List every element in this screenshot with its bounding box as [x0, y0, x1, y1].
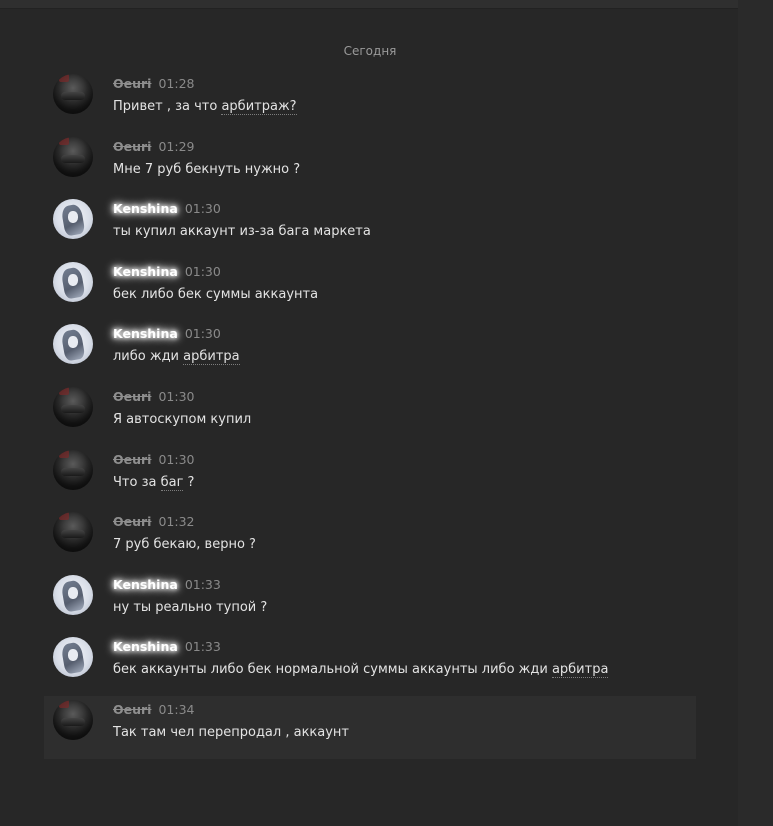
message-meta: Oeuri 01:30: [113, 389, 194, 405]
chat-message[interactable]: Kenshina 01:30 либо жди арбитра: [44, 320, 696, 383]
chat-window: Сегодня Oeuri 01:28 Привет , за что арбитр…: [0, 0, 773, 826]
dark-avatar[interactable]: [53, 136, 93, 177]
message-meta: Kenshina 01:33: [113, 577, 221, 593]
message-text-part: ?: [183, 474, 195, 490]
message-meta: Oeuri 01:28: [113, 76, 194, 92]
message-text: бек аккаунты либо бек нормальной суммы а…: [113, 661, 609, 679]
message-text: Привет , за что арбитраж?: [113, 98, 297, 116]
message-meta: Kenshina 01:30: [113, 264, 221, 280]
message-link[interactable]: арбитраж?: [221, 99, 297, 115]
message-timestamp: 01:30: [158, 451, 195, 467]
message-meta: Kenshina 01:30: [113, 201, 221, 217]
dark-avatar[interactable]: [53, 449, 93, 490]
anime-avatar[interactable]: [53, 324, 93, 365]
message-link[interactable]: арбитра: [551, 662, 609, 679]
author-name[interactable]: Oeuri: [113, 452, 151, 467]
dark-avatar[interactable]: [53, 699, 93, 740]
message-timestamp: 01:34: [158, 701, 195, 717]
author-name[interactable]: Kenshina: [113, 577, 178, 592]
dark-avatar[interactable]: [53, 74, 93, 114]
message-timestamp: 01:30: [158, 388, 195, 404]
message-link[interactable]: баг: [160, 474, 184, 491]
message-text: бек либо бек суммы аккаунта: [113, 286, 318, 304]
message-timestamp: 01:30: [184, 263, 221, 279]
message-text: Мне 7 руб бекнуть нужно ?: [113, 161, 300, 179]
author-name[interactable]: Kenshina: [113, 326, 178, 341]
message-timestamp: 01:28: [158, 76, 195, 91]
date-divider: Сегодня: [343, 44, 397, 58]
message-timestamp: 01:30: [184, 326, 221, 342]
chat-message[interactable]: Kenshina 01:33 бек аккаунты либо бек норма…: [44, 633, 696, 696]
chat-message[interactable]: Kenshina 01:30 ты купил аккаунт из-за бага…: [44, 195, 696, 258]
author-name[interactable]: Oeuri: [113, 702, 151, 717]
anime-avatar[interactable]: [53, 261, 93, 302]
message-meta: Kenshina 01:30: [113, 326, 221, 342]
message-text-part: Я автоскупом купил: [113, 411, 252, 427]
author-name[interactable]: Kenshina: [113, 639, 178, 654]
message-text: ты купил аккаунт из-за бага маркета: [113, 223, 371, 241]
message-text: 7 руб бекаю, верно ?: [113, 536, 256, 554]
dark-avatar[interactable]: [53, 386, 93, 427]
anime-avatar[interactable]: [53, 637, 93, 678]
anime-avatar[interactable]: [53, 199, 93, 240]
message-text-part: ты купил аккаунт из-за бага маркета: [113, 224, 371, 240]
message-text: ну ты реально тупой ?: [113, 599, 267, 617]
author-name[interactable]: Oeuri: [113, 389, 151, 404]
author-name[interactable]: Oeuri: [113, 76, 151, 91]
message-text-part: бек аккаунты либо бек нормальной суммы а…: [113, 662, 552, 678]
message-text: Что за баг ?: [113, 474, 194, 492]
chat-message[interactable]: Kenshina 01:30 бек либо бек суммы аккаунта: [44, 258, 696, 321]
message-link[interactable]: арбитра: [183, 349, 240, 366]
right-side-panel: [738, 0, 773, 826]
chat-message[interactable]: Oeuri 01:32 7 руб бекаю, верно ?: [44, 508, 696, 571]
message-text-part: Привет , за что: [113, 99, 222, 114]
message-text-part: Что за: [113, 474, 161, 490]
chat-message[interactable]: Oeuri 01:28 Привет , за что арбитраж?: [44, 70, 696, 133]
message-meta: Kenshina 01:33: [113, 639, 221, 655]
message-text-part: либо жди: [113, 349, 184, 365]
message-text: Я автоскупом купил: [113, 411, 251, 429]
message-timestamp: 01:32: [158, 514, 195, 530]
top-bar: [0, 0, 738, 9]
message-timestamp: 01:29: [158, 138, 195, 154]
chat-message[interactable]: Kenshina 01:33 ну ты реально тупой ?: [44, 571, 696, 634]
chat-message[interactable]: Oeuri 01:30 Что за баг ?: [44, 446, 696, 509]
message-text-part: Мне 7 руб бекнуть нужно ?: [113, 161, 301, 177]
message-text-part: бек либо бек суммы аккаунта: [113, 286, 319, 302]
message-text-part: 7 руб бекаю, верно ?: [113, 537, 256, 553]
message-timestamp: 01:30: [184, 201, 221, 217]
message-timestamp: 01:33: [184, 576, 221, 592]
message-meta: Oeuri 01:29: [113, 139, 194, 155]
message-text-part: ну ты реально тупой ?: [113, 599, 268, 615]
message-meta: Oeuri 01:32: [113, 514, 194, 530]
anime-avatar[interactable]: [53, 574, 93, 615]
message-meta: Oeuri 01:30: [113, 452, 194, 468]
author-name[interactable]: Oeuri: [113, 139, 151, 154]
message-text: либо жди арбитра: [113, 348, 240, 366]
author-name[interactable]: Kenshina: [113, 201, 178, 216]
chat-message[interactable]: Oeuri 01:29 Мне 7 руб бекнуть нужно ?: [44, 133, 696, 196]
message-text-part: Так там чел перепродал , аккаунт: [113, 724, 350, 740]
chat-message[interactable]: Oeuri 01:30 Я автоскупом купил: [44, 383, 696, 446]
message-timestamp: 01:33: [184, 639, 221, 655]
dark-avatar[interactable]: [53, 512, 93, 553]
author-name[interactable]: Kenshina: [113, 264, 178, 279]
message-text: Так там чел перепродал , аккаунт: [113, 724, 349, 742]
chat-message[interactable]: Oeuri 01:34 Так там чел перепродал , аккау…: [44, 695, 696, 759]
author-name[interactable]: Oeuri: [113, 514, 151, 529]
message-meta: Oeuri 01:34: [113, 702, 194, 718]
message-list: Oeuri 01:28 Привет , за что арбитраж? Oeuri…: [44, 70, 696, 759]
